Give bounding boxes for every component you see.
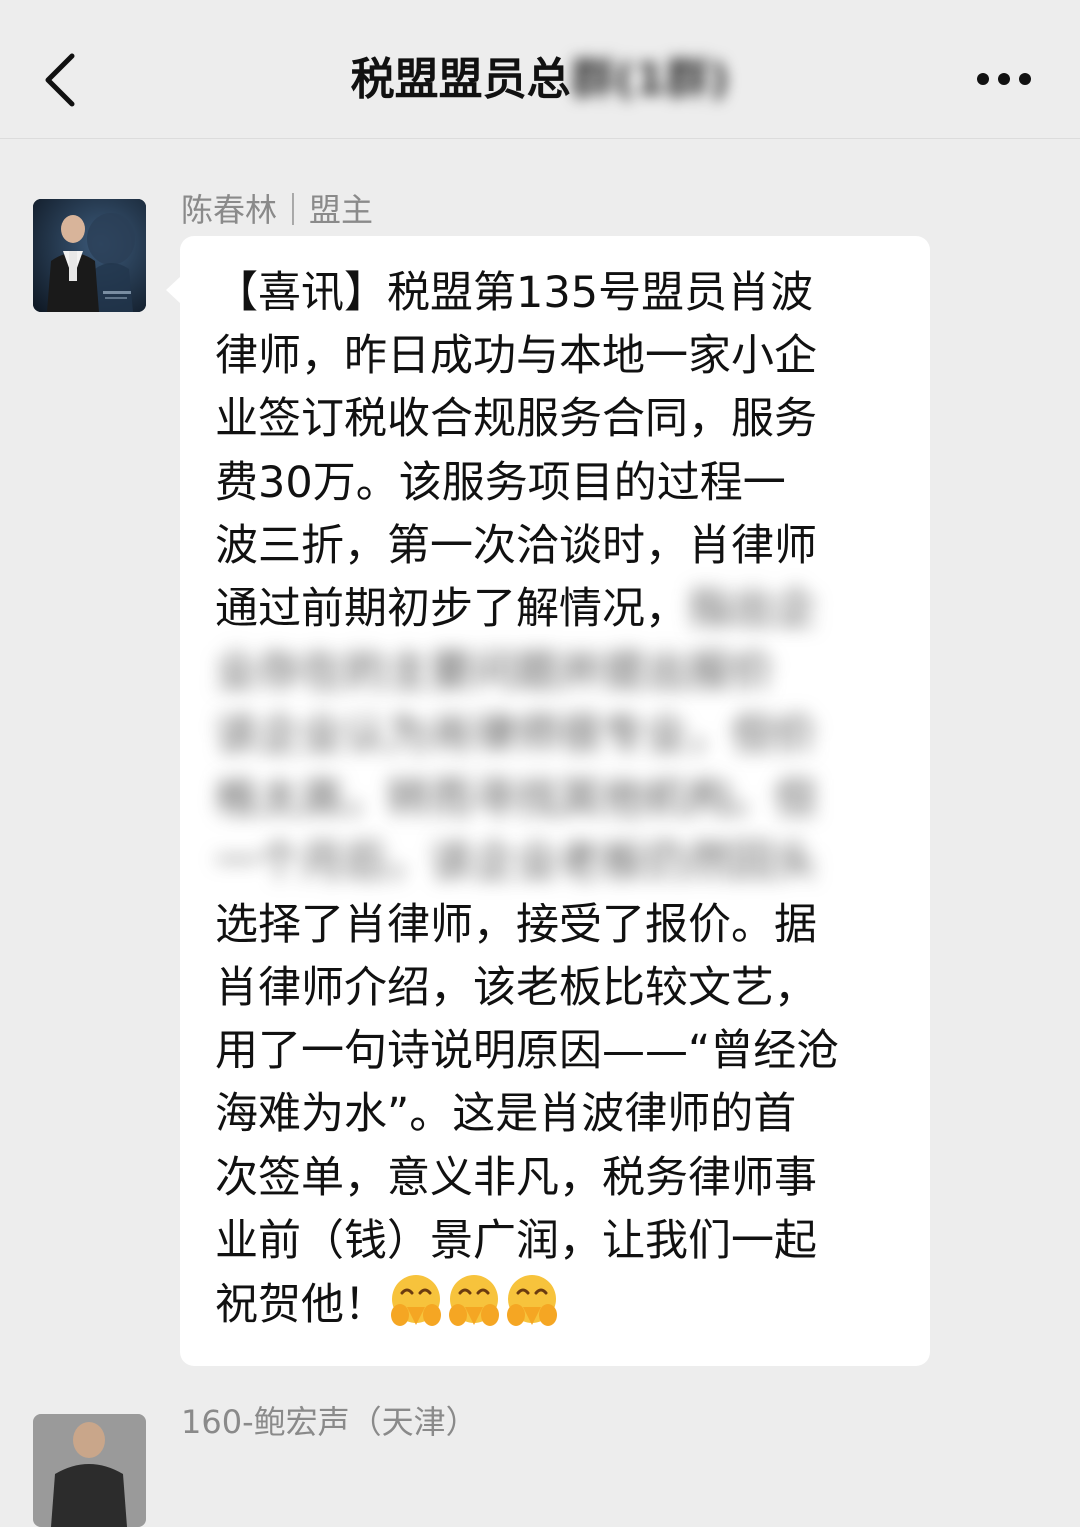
message-text: 【喜讯】税盟第135号盟员肖波 律师，昨日成功与本地一家小企 业签订税收合规服务… bbox=[215, 262, 905, 1336]
message-line: 业前（钱）景广润，让我们一起 bbox=[215, 1215, 817, 1266]
message-line: 次签单，意义非凡，税务律师事 bbox=[215, 1152, 817, 1203]
sender-name: 160-鲍宏声（天津） bbox=[181, 1403, 478, 1441]
avatar[interactable] bbox=[33, 1414, 146, 1527]
message-line: 通过前期初步了解情况，指出企 bbox=[215, 578, 905, 641]
message-line: 海难为水”。这是肖波律师的首 bbox=[215, 1089, 797, 1140]
emoji-group bbox=[387, 1273, 561, 1347]
sender-name: 陈春林｜盟主 bbox=[181, 191, 374, 229]
chat-title: 税盟盟员总群(1群) bbox=[0, 42, 1080, 118]
message-line: 肖律师介绍，该老板比较文艺， bbox=[215, 963, 817, 1014]
blurred-line: 该企业认为肖律师很专业，但价 bbox=[215, 710, 817, 761]
message-line: 选择了肖律师，接受了报价。据 bbox=[215, 899, 817, 950]
blurred-line: 格太高，转而寻找其他机构。但 bbox=[215, 773, 817, 824]
message-line: 业签订税收合规服务合同，服务 bbox=[215, 394, 817, 445]
chat-title-blurred: 群(1群) bbox=[570, 54, 730, 105]
hands-over-mouth-emoji-icon bbox=[449, 1275, 499, 1326]
chat-title-text: 税盟盟员总 bbox=[350, 54, 571, 105]
message-line: 【喜讯】税盟第135号盟员肖波 bbox=[215, 268, 814, 318]
bubble-tail bbox=[166, 276, 181, 304]
avatar[interactable] bbox=[33, 199, 146, 312]
chat-header: 税盟盟员总群(1群) bbox=[0, 0, 1080, 139]
avatar-image bbox=[33, 1414, 146, 1527]
more-options-button[interactable] bbox=[970, 56, 1040, 102]
message-line: 用了一句诗说明原因——“曾经沧 bbox=[215, 1026, 840, 1077]
message-line: 波三折，第一次洽谈时，肖律师 bbox=[215, 520, 817, 571]
message-line: 费30万。该服务项目的过程一 bbox=[215, 457, 786, 508]
hands-over-mouth-emoji-icon bbox=[507, 1275, 557, 1326]
message-line: 律师，昨日成功与本地一家小企 bbox=[215, 331, 817, 382]
blurred-text: 指出企 bbox=[688, 583, 817, 634]
blurred-line: 一个月后，该企业老板仍然回头 bbox=[215, 836, 817, 887]
more-dots-icon bbox=[977, 73, 1031, 85]
message-line-text: 祝贺他！ bbox=[215, 1280, 387, 1330]
hands-over-mouth-emoji-icon bbox=[391, 1275, 441, 1326]
avatar-image bbox=[33, 199, 146, 312]
message-line: 祝贺他！ bbox=[215, 1273, 905, 1336]
blurred-line: 业存在的主要问题并提出报价 bbox=[215, 647, 774, 698]
message-line-text: 通过前期初步了解情况， bbox=[215, 583, 688, 634]
